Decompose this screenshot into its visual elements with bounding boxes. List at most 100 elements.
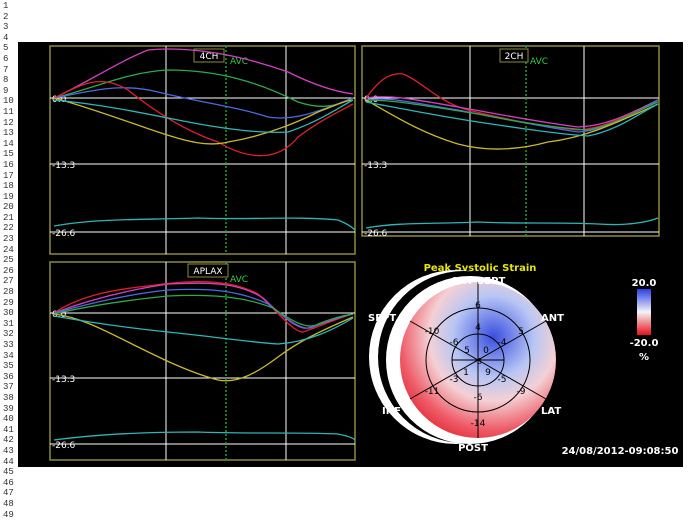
- value-mid-ant: -4: [498, 338, 507, 348]
- line-number: 29: [3, 297, 14, 308]
- 4ch-curve-green: [53, 69, 354, 107]
- segment-label-ant-sept: ANT SEPT: [451, 276, 506, 287]
- value-basal-post: -14: [471, 419, 486, 429]
- line-number: 33: [3, 340, 14, 350]
- value-apical-sept: 5: [464, 346, 470, 356]
- panel-2ch-border: [361, 45, 660, 237]
- 4ch-curve-red: [53, 81, 354, 157]
- 4ch-curve-blue: [53, 87, 354, 119]
- bullseye-plot: Peak Systolic Strain ANT SEPT ANT LAT PO…: [368, 263, 564, 454]
- line-number: 7: [3, 64, 9, 75]
- line-number: 46: [3, 477, 14, 488]
- line-number: 2: [3, 11, 9, 22]
- panel-4ch-border: [49, 45, 356, 255]
- line-number: 4: [3, 32, 9, 43]
- panel-4ch-ylabel-low: -26.6: [52, 229, 76, 239]
- 2ch-curve-yellow: [365, 99, 659, 150]
- panel-2ch-label: 2CH: [505, 52, 524, 62]
- line-number: 32: [3, 329, 14, 340]
- line-number: 5: [3, 43, 9, 54]
- line-number: 11: [3, 106, 14, 117]
- value-apical-lat: 9: [485, 368, 491, 378]
- line-number: 9: [3, 85, 9, 96]
- scale-max-label: 20.0: [632, 278, 657, 289]
- line-number: 44: [3, 456, 14, 467]
- line-number: 19: [3, 191, 14, 202]
- line-number: 49: [3, 509, 14, 520]
- scale-min-label: -20.0: [630, 338, 659, 349]
- line-number: 13: [3, 128, 14, 139]
- panel-2ch-ylabel-low: -26.6: [364, 229, 388, 239]
- line-number: 40: [3, 414, 14, 425]
- line-number: 38: [3, 392, 14, 403]
- line-number: 48: [3, 498, 14, 509]
- timestamp: 24/08/2012-09:08:50: [562, 446, 679, 457]
- line-number: 34: [3, 350, 14, 361]
- panel-2ch-avc-label: AVC: [530, 57, 548, 67]
- 2ch-curve-green: [365, 99, 659, 131]
- line-number: 43: [3, 445, 14, 456]
- line-number: 22: [3, 223, 14, 234]
- value-apical-ant: 0: [483, 346, 489, 356]
- line-number: 30: [3, 308, 14, 319]
- line-number: 39: [3, 403, 14, 414]
- line-number: 25: [3, 255, 14, 266]
- line-number: 8: [3, 75, 9, 86]
- value-basal-antsept: 6: [475, 301, 481, 311]
- line-number: 27: [3, 276, 14, 287]
- segment-label-ant: ANT: [541, 313, 564, 324]
- panel-4ch: 4CH AVC 0.0 -13.3 -26.6: [49, 45, 356, 255]
- line-number: 35: [3, 361, 14, 372]
- panel-aplax-label: APLAX: [193, 267, 222, 277]
- line-number: 3: [3, 22, 9, 33]
- line-number: 1: [3, 1, 9, 11]
- panel-2ch-ylabel-mid: -13.3: [364, 161, 387, 171]
- line-number: 28: [3, 287, 14, 298]
- value-mid-inf: -3: [450, 375, 459, 385]
- line-number: 23: [3, 234, 14, 245]
- value-basal-inf: -11: [425, 387, 440, 397]
- line-number: 24: [3, 244, 14, 255]
- line-number: 10: [3, 96, 14, 107]
- scale-unit-label: %: [639, 352, 649, 363]
- line-number: 41: [3, 424, 14, 435]
- line-number: 31: [3, 318, 14, 329]
- panel-aplax-avc-label: AVC: [230, 275, 248, 285]
- line-number: 18: [3, 181, 14, 192]
- value-apical-inf: 1: [463, 368, 469, 378]
- value-mid-antsept: 4: [475, 323, 481, 333]
- panel-aplax-ylabel-mid: -13.3: [52, 375, 75, 385]
- line-number: 17: [3, 170, 14, 181]
- line-number: 20: [3, 202, 14, 213]
- line-number: 14: [3, 138, 14, 149]
- line-number: 21: [3, 212, 14, 223]
- value-basal-ant: 5: [518, 327, 524, 337]
- 4ch-curve-cyan-low: [53, 217, 356, 231]
- aplax-curve-cyan-low: [53, 431, 356, 441]
- line-number: 47: [3, 488, 14, 499]
- value-apex: -3: [474, 357, 482, 366]
- panel-2ch: 2CH AVC 0.0 -13.3 -26.6: [361, 45, 660, 239]
- segment-label-inf: INF: [382, 406, 401, 417]
- segment-label-sept: SEPT: [368, 313, 396, 324]
- panel-aplax-ylabel-low: -26.6: [52, 441, 76, 451]
- line-number: 42: [3, 435, 14, 446]
- line-number-gutter: 1 2 3 4 5 6 7 8 9 10 11 12 13 14 15 16 17 18 19 20 21 22 23 24 2…: [0, 0, 16, 520]
- aplax-curve-yellow: [53, 313, 354, 382]
- panel-aplax-border: [49, 261, 356, 461]
- aplax-curve-green: [53, 294, 354, 327]
- value-basal-sept: -10: [425, 327, 440, 337]
- line-number: 37: [3, 382, 14, 393]
- value-mid-sept: -6: [450, 338, 459, 348]
- panel-aplax: APLAX AVC 0.0 -13.3 -26.6: [49, 261, 356, 461]
- strain-analysis-display: 4CH AVC 0.0 -13.3 -26.6 2CH AVC 0.0 -13.…: [18, 42, 683, 467]
- strain-display-svg: 4CH AVC 0.0 -13.3 -26.6 2CH AVC 0.0 -13.…: [49, 45, 679, 461]
- line-number: 6: [3, 53, 9, 64]
- scale-gradient-bar: [637, 289, 651, 335]
- color-scale: 20.0 -20.0 %: [630, 278, 659, 363]
- segment-label-post: POST: [458, 443, 488, 454]
- segment-label-lat: LAT: [541, 406, 561, 417]
- line-number: 12: [3, 117, 14, 128]
- 2ch-curve-cyan: [365, 101, 659, 137]
- panel-4ch-ylabel-mid: -13.3: [52, 161, 75, 171]
